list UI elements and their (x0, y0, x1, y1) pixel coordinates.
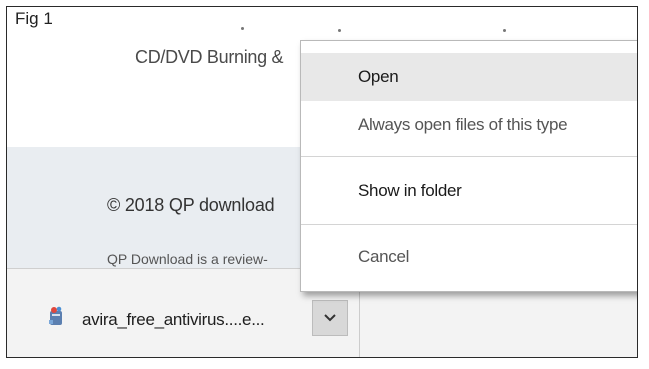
decorative-dot (241, 27, 244, 30)
download-file-name: avira_free_antivirus....e... (82, 310, 265, 329)
page-heading: CD/DVD Burning & (135, 47, 284, 67)
footer-description: QP Download is a review- (107, 251, 268, 267)
figure-label: Fig 1 (15, 9, 53, 28)
decorative-dot (338, 29, 341, 32)
download-context-menu: Open Always open files of this type Show… (300, 40, 637, 292)
menu-item-always-open[interactable]: Always open files of this type (301, 101, 637, 149)
copyright-text: © 2018 QP download (107, 195, 275, 215)
menu-item-cancel[interactable]: Cancel (301, 233, 637, 281)
installer-icon (49, 306, 62, 325)
chevron-down-icon (324, 314, 336, 322)
menu-item-open[interactable]: Open (301, 53, 637, 101)
menu-separator (301, 156, 637, 157)
menu-item-show-in-folder[interactable]: Show in folder (301, 167, 637, 215)
figure-frame: CD/DVD Burning & © 2018 QP download QP D… (6, 6, 638, 358)
download-menu-button[interactable] (312, 300, 348, 336)
decorative-dot (503, 29, 506, 32)
menu-separator (301, 224, 637, 225)
